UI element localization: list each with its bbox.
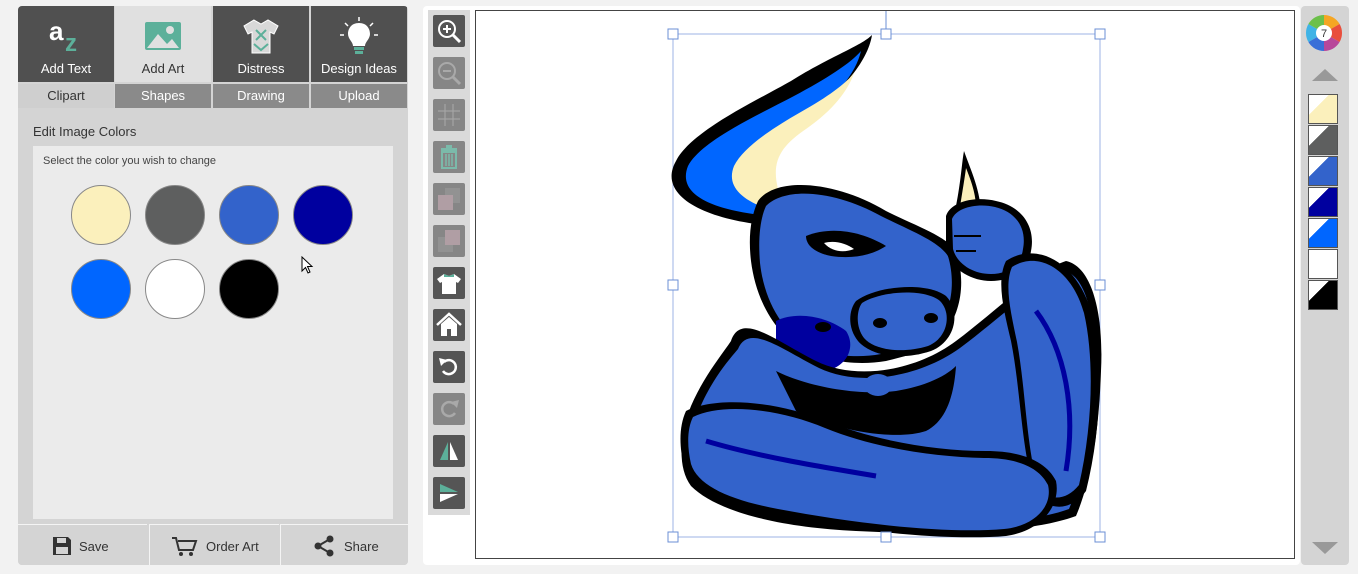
- color-swatch-royal-blue[interactable]: [219, 185, 279, 245]
- layer-swatch-bright-blue[interactable]: [1308, 218, 1338, 248]
- color-swatch-navy[interactable]: [293, 185, 353, 245]
- color-picker-box: Select the color you wish to change: [33, 146, 393, 519]
- subtab-shapes[interactable]: Shapes: [115, 84, 211, 108]
- home-button[interactable]: [433, 309, 465, 341]
- mouse-cursor-icon: [301, 256, 314, 274]
- image-icon: [145, 22, 181, 50]
- flip-vertical-icon: [440, 484, 458, 502]
- design-canvas[interactable]: [475, 10, 1295, 559]
- bring-forward-button[interactable]: [433, 225, 465, 257]
- subtab-clipart[interactable]: Clipart: [18, 84, 114, 108]
- canvas-toolbar: [428, 10, 470, 515]
- svg-text:a: a: [49, 16, 64, 46]
- color-swatch-bright-blue[interactable]: [71, 259, 131, 319]
- bring-forward-icon: [438, 230, 460, 252]
- product-view-button[interactable]: [433, 267, 465, 299]
- tab-add-art[interactable]: Add Art: [115, 6, 211, 82]
- grid-icon: [438, 104, 460, 126]
- save-label: Save: [79, 539, 109, 554]
- trash-icon: [441, 145, 457, 169]
- add-text-icon: a z: [49, 16, 77, 56]
- subtab-drawing[interactable]: Drawing: [213, 84, 309, 108]
- zoom-out-button[interactable]: [433, 57, 465, 89]
- undo-icon: [439, 358, 458, 376]
- layer-swatch-navy[interactable]: [1308, 187, 1338, 217]
- shopping-cart-icon: [172, 537, 198, 556]
- layer-swatch-royal-blue[interactable]: [1308, 156, 1338, 186]
- redo-button[interactable]: [433, 393, 465, 425]
- scroll-up-icon[interactable]: [1312, 68, 1338, 82]
- color-layers-panel: 7: [1301, 6, 1349, 565]
- tab-label: Add Art: [141, 61, 185, 76]
- subtab-upload[interactable]: Upload: [311, 84, 407, 108]
- color-count: 7: [1321, 28, 1327, 40]
- shirt-icon: [437, 274, 461, 294]
- layer-swatch-black[interactable]: [1308, 280, 1338, 310]
- lightbulb-icon: [340, 17, 378, 54]
- undo-button[interactable]: [433, 351, 465, 383]
- color-swatch-cream[interactable]: [71, 185, 131, 245]
- flip-vertical-button[interactable]: [433, 477, 465, 509]
- shirt-icon: [243, 19, 279, 54]
- tab-design-ideas[interactable]: Design Ideas: [311, 6, 407, 82]
- zoom-in-button[interactable]: [433, 15, 465, 47]
- edit-image-colors-title: Edit Image Colors: [33, 124, 137, 139]
- tab-label: Add Text: [40, 61, 92, 76]
- share-button[interactable]: Share: [280, 524, 408, 565]
- color-swatch-black[interactable]: [219, 259, 279, 319]
- home-icon: [436, 312, 462, 336]
- svg-text:z: z: [65, 30, 77, 56]
- scroll-down-icon[interactable]: [1312, 541, 1338, 555]
- tab-add-text[interactable]: a z Add Text: [18, 6, 114, 82]
- color-instruction: Select the color you wish to change: [43, 155, 217, 167]
- layer-swatch-cream[interactable]: [1308, 94, 1338, 124]
- send-backward-icon: [438, 188, 460, 210]
- delete-button[interactable]: [433, 141, 465, 173]
- color-wheel-icon[interactable]: 7: [1305, 14, 1343, 52]
- zoom-out-icon: [438, 62, 462, 86]
- design-tools-panel: a z Add Text Add Art Distress Design Ide…: [18, 6, 408, 565]
- flip-horizontal-button[interactable]: [433, 435, 465, 467]
- bull-mascot-artwork[interactable]: [476, 11, 1294, 558]
- share-icon: [314, 535, 334, 557]
- zoom-in-icon: [438, 20, 462, 44]
- order-art-label: Order Art: [206, 539, 259, 554]
- save-button[interactable]: Save: [18, 524, 147, 565]
- redo-icon: [440, 400, 459, 418]
- tab-distress[interactable]: Distress: [213, 6, 309, 82]
- layer-swatch-white[interactable]: [1308, 249, 1338, 279]
- flip-horizontal-icon: [440, 442, 458, 460]
- send-backward-button[interactable]: [433, 183, 465, 215]
- share-label: Share: [344, 539, 379, 554]
- tab-label: Design Ideas: [321, 61, 397, 76]
- grid-button[interactable]: [433, 99, 465, 131]
- tab-label: Distress: [237, 61, 285, 76]
- floppy-disk-icon: [53, 537, 71, 555]
- color-swatch-white[interactable]: [145, 259, 205, 319]
- order-art-button[interactable]: Order Art: [149, 524, 279, 565]
- color-swatch-gray[interactable]: [145, 185, 205, 245]
- layer-swatch-gray[interactable]: [1308, 125, 1338, 155]
